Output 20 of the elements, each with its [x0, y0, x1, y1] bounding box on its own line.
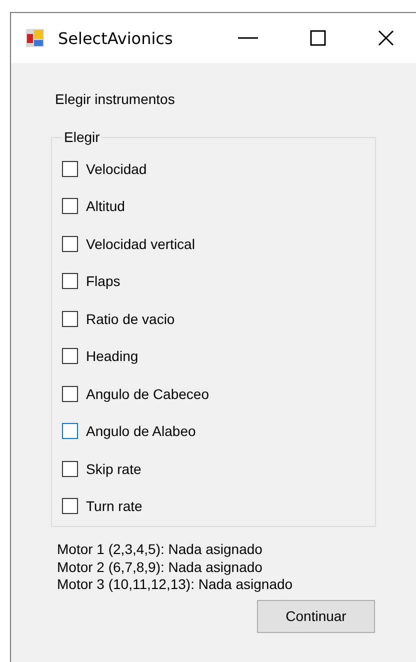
checkbox-option[interactable]: Velocidad [62, 150, 375, 188]
checkbox-option[interactable]: Skip rate [62, 450, 375, 488]
checkbox-option[interactable]: Flaps [62, 262, 375, 300]
checkbox-option[interactable]: Altitud [62, 188, 375, 225]
group-legend: Elegir [62, 129, 102, 145]
section-label: Elegir instrumentos [55, 91, 176, 109]
checkbox-option[interactable]: Heading [62, 338, 375, 375]
status-text: Motor 2 (6,7,8,9): Nada asignado [57, 558, 264, 576]
app-icon [26, 29, 44, 47]
status-text: Motor 3 (10,11,12,13): Nada asignado [57, 576, 294, 594]
checkbox-option[interactable]: Velocidad vertical [62, 225, 375, 262]
continue-button[interactable]: Continuar [257, 600, 375, 632]
checkbox-option[interactable]: Turn rate [62, 488, 375, 525]
checkbox-option[interactable]: Angulo de Cabeceo [62, 375, 375, 412]
maximize-icon[interactable] [310, 30, 326, 46]
checkbox-option[interactable]: Ratio de vacio [62, 300, 375, 338]
checkbox-option[interactable]: Angulo de Alabeo [62, 412, 375, 450]
status-text: Motor 1 (2,3,4,5): Nada asignado [57, 541, 264, 558]
window-title: SelectAvionics [58, 28, 173, 48]
close-icon[interactable] [378, 30, 394, 46]
